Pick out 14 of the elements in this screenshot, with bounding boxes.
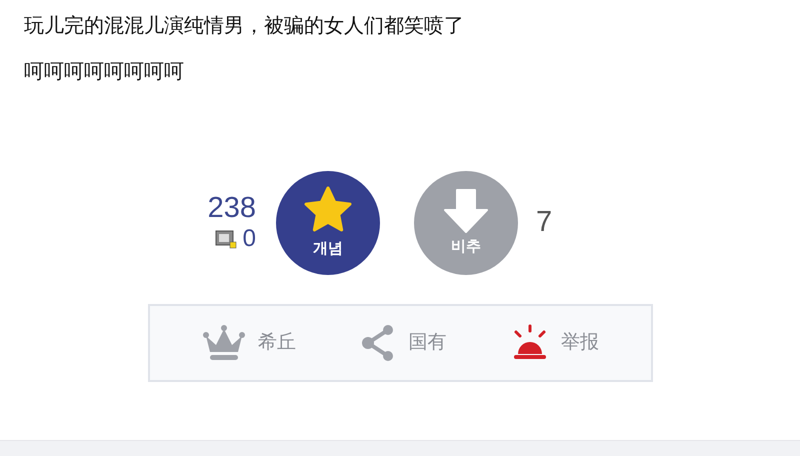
star-icon [302,186,354,234]
downvote-button[interactable]: 비추 [414,171,518,275]
upvote-count: 238 [208,192,256,224]
post-body: 呵呵呵呵呵呵呵呵 [24,60,185,85]
fixed-count: 0 [242,224,256,254]
upvote-button[interactable]: 개념 [276,171,380,275]
post-title: 玩儿完的混混儿演纯情男，被骗的女人们都笑喷了 [24,14,465,39]
action-button[interactable]: 国有 [360,323,446,363]
action-button[interactable]: 举报 [510,324,599,362]
crown-icon [202,325,246,361]
downvote-count: 7 [536,206,552,238]
fixed-icon [214,229,237,249]
down-arrow-icon [443,188,489,234]
action-button[interactable]: 希丘 [202,325,296,361]
